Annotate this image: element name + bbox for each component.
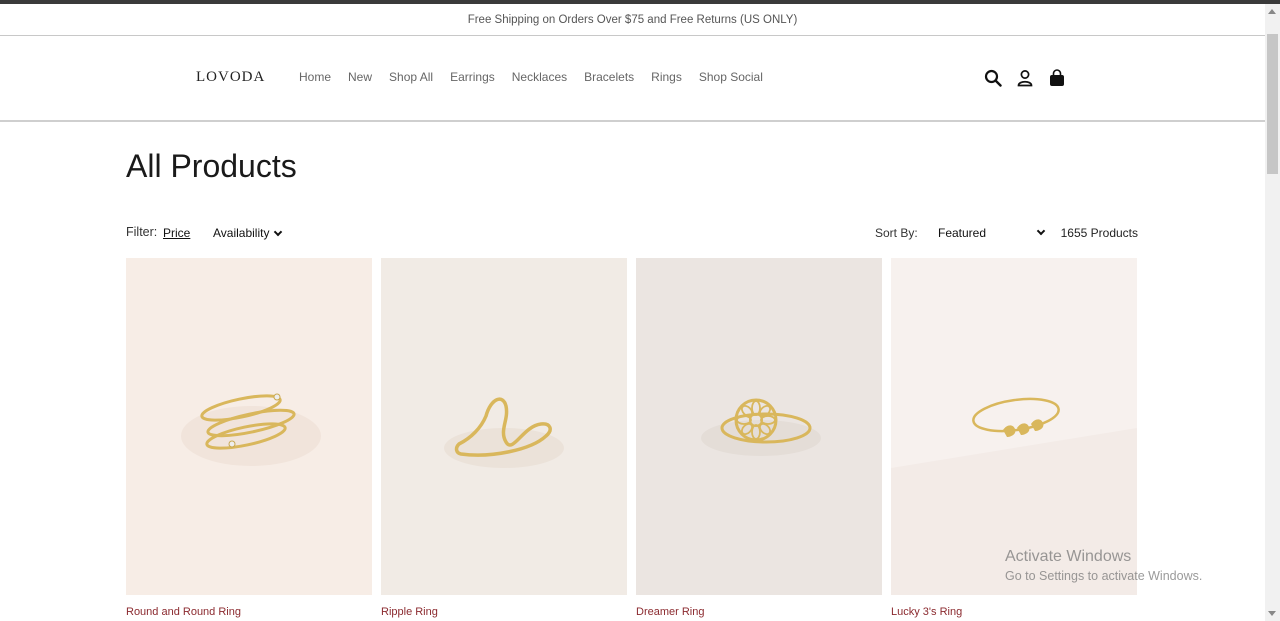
scrollbar-thumb[interactable] — [1267, 34, 1278, 174]
windows-activation-watermark: Activate Windows Go to Settings to activ… — [1005, 548, 1202, 583]
product-image[interactable] — [636, 258, 882, 595]
scroll-down-icon[interactable] — [1268, 611, 1276, 616]
main-nav: Home New Shop All Earrings Necklaces Bra… — [299, 70, 780, 84]
nav-earrings[interactable]: Earrings — [450, 70, 495, 84]
product-image[interactable] — [126, 258, 372, 595]
filter-availability-label: Availability — [213, 226, 270, 240]
product-image[interactable] — [891, 258, 1137, 595]
product-card[interactable]: Dreamer Ring — [636, 258, 882, 618]
page-scrollbar[interactable] — [1265, 4, 1280, 621]
product-name[interactable]: Ripple Ring — [381, 606, 438, 618]
watermark-subtitle: Go to Settings to activate Windows. — [1005, 569, 1203, 583]
nav-shop-all[interactable]: Shop All — [389, 70, 433, 84]
nav-shop-social[interactable]: Shop Social — [699, 70, 763, 84]
chevron-down-icon — [1036, 226, 1046, 236]
filter-label: Filter: — [126, 225, 158, 239]
product-card[interactable]: Ripple Ring — [381, 258, 627, 618]
nav-new[interactable]: New — [348, 70, 372, 84]
filter-availability[interactable]: Availability — [213, 226, 283, 240]
nav-necklaces[interactable]: Necklaces — [512, 70, 567, 84]
sort-select[interactable]: Featured — [938, 226, 1046, 240]
nav-bracelets[interactable]: Bracelets — [584, 70, 634, 84]
announcement-text: Free Shipping on Orders Over $75 and Fre… — [467, 13, 798, 26]
nav-home[interactable]: Home — [299, 70, 331, 84]
announcement-bar: Free Shipping on Orders Over $75 and Fre… — [0, 4, 1265, 36]
filter-bar: Filter: Price Availability Sort By: Feat… — [126, 225, 1138, 241]
product-card[interactable]: Round and Round Ring — [126, 258, 372, 618]
cart-bag-icon[interactable] — [1048, 69, 1066, 87]
chevron-down-icon — [274, 227, 283, 237]
product-image[interactable] — [381, 258, 627, 595]
header-icons — [984, 69, 1066, 87]
search-icon[interactable] — [984, 69, 1002, 87]
product-name[interactable]: Lucky 3's Ring — [891, 606, 962, 618]
product-name[interactable]: Dreamer Ring — [636, 606, 704, 618]
brand-logo[interactable]: LOVODA — [196, 69, 265, 86]
site-header: LOVODA Home New Shop All Earrings Neckla… — [0, 37, 1265, 122]
page-title: All Products — [126, 148, 297, 184]
sort-label: Sort By: — [875, 226, 918, 240]
account-icon[interactable] — [1016, 69, 1034, 87]
nav-rings[interactable]: Rings — [651, 70, 682, 84]
filter-price[interactable]: Price — [163, 226, 190, 240]
product-count: 1655 Products — [1060, 226, 1138, 240]
product-name[interactable]: Round and Round Ring — [126, 606, 241, 618]
product-card[interactable]: Lucky 3's Ring — [891, 258, 1137, 618]
watermark-title: Activate Windows — [1005, 548, 1132, 565]
sort-selected-value: Featured — [938, 226, 987, 240]
product-grid: Round and Round Ring Ripple Ring Dreamer… — [126, 258, 1137, 618]
scroll-up-icon[interactable] — [1268, 9, 1276, 14]
